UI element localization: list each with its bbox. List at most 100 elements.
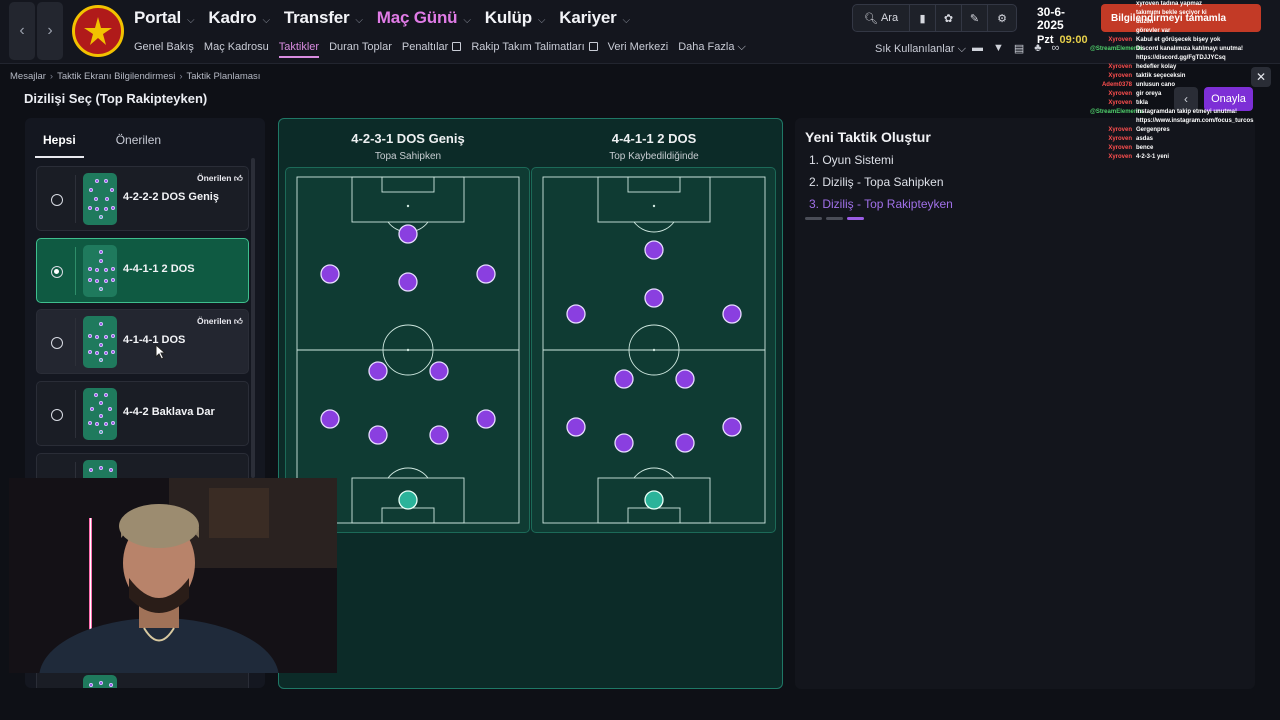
radio-button[interactable] [51, 194, 63, 206]
main-nav-kulup[interactable]: Kulüp ⌵ [485, 8, 546, 28]
main-nav-portal[interactable]: Portal ⌵ [134, 8, 195, 28]
wizard-step-2[interactable]: 2. Diziliş - Topa Sahipken [809, 175, 944, 189]
main-nav-kadro[interactable]: Kadro ⌵ [208, 8, 270, 28]
formation-name: 4-4-1-1 2 DOS [123, 263, 195, 275]
favorites-label: Sık Kullanılanlar [875, 43, 955, 55]
bookmark-button[interactable]: ▮ [910, 5, 936, 31]
sub-nav-duran-toplar[interactable]: Duran Toplar [329, 41, 392, 58]
sub-nav-rakip-takim[interactable]: Rakip Takım Talimatları [471, 41, 598, 58]
date-time[interactable]: 30-6-2025 Pzt 09:00 [1031, 4, 1091, 47]
mini-player-dot [99, 259, 103, 263]
sub-nav-taktikler[interactable]: Taktikler [278, 41, 320, 58]
mini-player-dot [88, 206, 92, 210]
chat-username: Xyroven [1108, 91, 1132, 97]
formation-card-selected[interactable]: 4-4-1-1 2 DOS [36, 238, 249, 303]
mini-player-dot [89, 188, 93, 192]
mini-player-dot [111, 350, 115, 354]
sub-nav-veri-merkezi[interactable]: Veri Merkezi [608, 41, 669, 58]
tab-all[interactable]: Hepsi [35, 130, 84, 158]
chevron-down-icon: ⌵ [186, 15, 195, 26]
club-logo[interactable] [72, 5, 124, 57]
divider [75, 318, 76, 366]
shirt-icon[interactable]: ▼ [993, 42, 1004, 55]
mini-player-dot [94, 393, 98, 397]
tab-recommended[interactable]: Önerilen [108, 130, 169, 158]
scrollbar[interactable] [251, 158, 255, 478]
brain-button[interactable]: ✿ [936, 5, 962, 31]
chat-username: Xyroven [1108, 127, 1132, 133]
chat-message: Xyroven tıkla [1090, 99, 1280, 108]
link-icon[interactable]: ∞ [1052, 42, 1060, 55]
chat-text: instagramdan takip etmeyi unutma! [1136, 109, 1238, 115]
pencil-icon: ✎ [969, 12, 980, 25]
main-nav-transfer[interactable]: Transfer ⌵ [284, 8, 363, 28]
breadcrumb-item[interactable]: Taktik Planlaması [187, 71, 261, 82]
favorites-dropdown[interactable]: Sık Kullanılanlar ⌵ [875, 43, 966, 56]
formation-card[interactable]: 4-1-4-1 DOS Önerilen 👍︎ [36, 309, 249, 374]
chat-username: Xyroven [1108, 154, 1132, 160]
search-label: Ara [880, 12, 899, 24]
chat-icon[interactable]: ▬ [972, 42, 983, 55]
chevron-right-icon: › [47, 22, 53, 39]
chat-text: 4-2-3-1 yeni [1136, 154, 1170, 160]
chat-message: Xyroven hedefler kolay [1090, 63, 1280, 72]
mini-player-dot [99, 287, 103, 291]
mini-player-dot [109, 683, 113, 687]
wizard-step-3[interactable]: 3. Diziliş - Top Rakipteyken [809, 197, 953, 211]
wizard-title: Yeni Taktik Oluştur [805, 129, 931, 145]
chat-message: @StreamElementsDiscord kanalımıza katılm… [1090, 45, 1280, 54]
chat-text: asdas [1136, 136, 1154, 142]
breadcrumb-item[interactable]: Taktik Ekranı Bilgilendirmesi [57, 71, 175, 82]
mini-player-dot [88, 350, 92, 354]
forward-nav-button[interactable]: › [37, 2, 63, 60]
formation-card[interactable]: 4-2-2-2 DOS Geniş Önerilen 👍︎ [36, 166, 249, 231]
search-button[interactable]: 🔍︎ Ara [853, 5, 910, 31]
chat-message: düzim [1090, 18, 1280, 27]
settings-button[interactable]: ⚙ [988, 5, 1016, 31]
goalkeeper-marker [398, 490, 418, 510]
radio-button-checked[interactable] [51, 266, 63, 278]
mini-player-dot [111, 421, 115, 425]
mini-player-dot [99, 322, 103, 326]
formation-preview: 4-2-3-1 DOS Geniş Topa Sahipken 4-4-1-1 … [278, 118, 783, 689]
mini-player-dot [104, 207, 108, 211]
breadcrumb-item[interactable]: Mesajlar [10, 71, 46, 82]
sub-nav-genel-bakis[interactable]: Genel Bakış [134, 41, 194, 58]
breadcrumb-separator-icon: › [49, 71, 54, 82]
sub-nav-daha-fazla[interactable]: Daha Fazla ⌵ [678, 41, 746, 58]
player-marker [429, 425, 449, 445]
clipboard-icon[interactable]: ▤ [1014, 42, 1024, 55]
radio-button[interactable] [51, 337, 63, 349]
people-icon[interactable]: ♣ [1034, 42, 1041, 55]
progress-segment [805, 217, 822, 220]
sub-nav-mac-kadrosu[interactable]: Maç Kadrosu [204, 41, 269, 58]
radio-button[interactable] [51, 409, 63, 421]
sub-nav-penaltilar[interactable]: Penaltılar [402, 41, 462, 58]
mini-player-dot [90, 407, 94, 411]
chat-message: Xyroven Kabul et görüşecek bişey yok [1090, 36, 1280, 45]
mini-player-dot [99, 250, 103, 254]
main-nav-kariyer[interactable]: Kariyer ⌵ [559, 8, 630, 28]
external-link-icon [588, 42, 598, 51]
chat-text: hedefler kolay [1136, 64, 1177, 70]
pitch-diagram [542, 176, 766, 524]
chat-message: Xyroven gir oreya [1090, 90, 1280, 99]
pitch-subtitle-in-possession: Topa Sahipken [374, 151, 442, 162]
main-nav-mac-gunu[interactable]: Maç Günü ⌵ [377, 8, 471, 28]
edit-button[interactable]: ✎ [962, 5, 988, 31]
main-nav-label: Transfer [283, 8, 350, 27]
chat-text: Discord kanalımıza katılmayı unutma! [1136, 46, 1244, 52]
player-marker [368, 425, 388, 445]
player-marker [566, 304, 586, 324]
player-marker [476, 409, 496, 429]
back-nav-button[interactable]: ‹ [9, 2, 35, 60]
wizard-step-1[interactable]: 1. Oyun Sistemi [809, 153, 894, 167]
formation-name: 4-4-2 Baklava Dar [123, 406, 215, 418]
mini-player-dot [110, 188, 114, 192]
toolbar-group: 🔍︎ Ara ▮ ✿ ✎ ⚙ [852, 4, 1017, 32]
formation-thumbnail [83, 316, 117, 368]
main-nav-label: Kariyer [559, 8, 617, 27]
formation-card[interactable]: 4-4-2 Baklava Dar [36, 381, 249, 446]
sub-nav-label: Rakip Takım Talimatları [471, 41, 585, 53]
mini-player-dot [95, 335, 99, 339]
